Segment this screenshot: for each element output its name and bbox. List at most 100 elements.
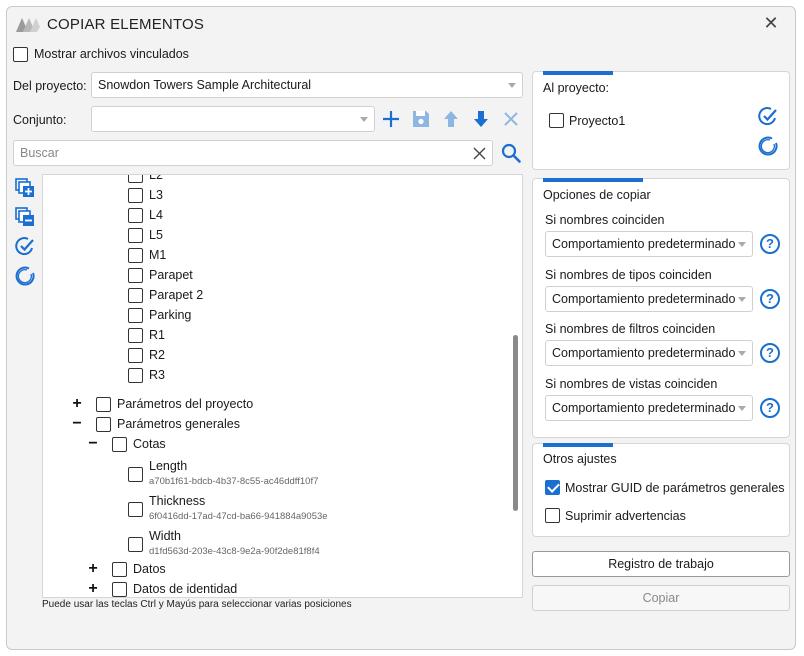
tree-checkbox[interactable] — [128, 467, 143, 482]
expand-icon[interactable]: + — [70, 395, 84, 413]
to-project-title: Al proyecto: — [543, 81, 610, 95]
tree-checkbox[interactable] — [128, 308, 143, 323]
title-bar: COPIAR ELEMENTOS ✕ — [7, 7, 795, 41]
tree-node-identity-data[interactable]: + Datos de identidad — [86, 580, 286, 597]
tree-node-level[interactable]: L4 — [128, 206, 328, 226]
collapse-icon[interactable]: − — [86, 435, 100, 453]
deselect-all-icon[interactable] — [757, 135, 779, 157]
copy-option-select[interactable]: Comportamiento predeterminado — [545, 394, 753, 421]
show-linked-checkbox[interactable] — [13, 47, 28, 62]
copy-options-title: Opciones de copiar — [543, 188, 651, 202]
tree-node-level[interactable]: R1 — [128, 326, 328, 346]
tree-node-label: L2 — [149, 174, 163, 182]
copy-option-select[interactable]: Comportamiento predeterminado — [545, 340, 753, 366]
expand-icon[interactable]: + — [86, 560, 100, 578]
search-icon[interactable] — [500, 142, 522, 164]
tree-scrollbar[interactable] — [513, 335, 518, 511]
panel-accent-bar — [543, 71, 613, 75]
tree-node-project-params[interactable]: + Parámetros del proyecto — [70, 395, 370, 415]
tree-checkbox[interactable] — [128, 502, 143, 517]
save-icon[interactable] — [410, 108, 432, 130]
tree-checkbox[interactable] — [128, 248, 143, 263]
tree-checkbox[interactable] — [128, 328, 143, 343]
elements-tree[interactable]: L2 L3 L4 L5 M1 Parapet Parapet 2 Parking R1 R2 R3 … — [42, 174, 523, 598]
select-all-icon[interactable] — [757, 105, 779, 127]
tree-node-cotas[interactable]: − Cotas — [86, 435, 286, 455]
suppress-warnings-checkbox[interactable] — [545, 508, 560, 523]
help-icon[interactable]: ? — [760, 288, 780, 309]
show-guid-checkbox[interactable] — [545, 480, 560, 495]
tree-checkbox[interactable] — [112, 562, 127, 577]
copy-option-label: Si nombres de vistas coinciden — [545, 376, 718, 391]
clear-icon[interactable] — [473, 147, 486, 160]
close-icon[interactable]: ✕ — [761, 14, 781, 34]
tree-node-level[interactable]: L3 — [128, 186, 328, 206]
help-icon[interactable]: ? — [760, 397, 780, 418]
tree-node-datos[interactable]: + Datos — [86, 560, 286, 580]
panel-accent-bar — [543, 178, 643, 182]
tree-checkbox[interactable] — [112, 437, 127, 452]
search-placeholder: Buscar — [20, 146, 59, 160]
tree-node-level[interactable]: L5 — [128, 226, 328, 246]
delete-icon[interactable] — [500, 108, 522, 130]
param-name: Length — [149, 459, 188, 473]
tree-node-label: R3 — [149, 368, 165, 382]
tree-checkbox[interactable] — [128, 288, 143, 303]
expand-all-icon[interactable] — [14, 177, 36, 199]
expand-icon[interactable]: + — [86, 580, 100, 597]
show-guid-label: Mostrar GUID de parámetros generales — [565, 481, 785, 495]
copy-option-select[interactable]: Comportamiento predeterminado — [545, 285, 753, 312]
copy-option-value: Comportamiento predeterminado — [552, 400, 736, 415]
plus-icon[interactable] — [380, 108, 402, 130]
copy-option-select[interactable]: Comportamiento predeterminado — [545, 231, 753, 257]
work-log-button[interactable]: Registro de trabajo — [532, 551, 790, 577]
help-icon[interactable]: ? — [760, 234, 780, 254]
tree-node-level[interactable]: M1 — [128, 246, 328, 266]
tree-node-label: Parapet — [149, 268, 193, 282]
tree-checkbox[interactable] — [128, 208, 143, 223]
tree-checkbox[interactable] — [128, 368, 143, 383]
tree-node-level[interactable]: R3 — [128, 366, 328, 386]
tree-checkbox[interactable] — [96, 397, 111, 412]
tree-checkbox[interactable] — [128, 188, 143, 203]
tree-checkbox[interactable] — [128, 268, 143, 283]
copy-option-value: Comportamiento predeterminado — [552, 346, 736, 360]
arrow-up-icon[interactable] — [440, 108, 462, 130]
project1-label: Proyecto1 — [569, 114, 626, 128]
chevron-down-icon — [738, 296, 746, 302]
tree-node-level[interactable]: Parking — [128, 306, 328, 326]
app-logo-icon — [16, 18, 40, 32]
deselect-all-icon[interactable] — [14, 265, 36, 287]
tree-node-param[interactable]: Length a70b1f61-bdcb-4b37-8c55-ac46ddff1… — [128, 459, 428, 493]
copy-option-label: Si nombres coinciden — [545, 213, 665, 227]
help-icon[interactable]: ? — [760, 343, 780, 363]
copy-button[interactable]: Copiar — [532, 585, 790, 611]
select-all-icon[interactable] — [14, 235, 36, 257]
tree-node-label: L5 — [149, 228, 163, 242]
arrow-down-icon[interactable] — [470, 108, 492, 130]
tree-node-level[interactable]: L2 — [128, 174, 328, 186]
copy-elements-window: COPIAR ELEMENTOS ✕ Mostrar archivos vinc… — [6, 6, 796, 650]
tree-node-param[interactable]: Thickness 6f0416dd-17ad-47cd-ba66-941884… — [128, 494, 428, 528]
tree-checkbox[interactable] — [112, 582, 127, 597]
other-settings-title: Otros ajustes — [543, 452, 617, 466]
tree-node-level[interactable]: R2 — [128, 346, 328, 366]
collapse-all-icon[interactable] — [14, 206, 36, 228]
tree-checkbox[interactable] — [128, 175, 143, 183]
tree-checkbox[interactable] — [128, 228, 143, 243]
param-guid: d1fd563d-203e-43c8-9e2a-90f2de81f8f4 — [149, 546, 320, 557]
tree-node-global-params[interactable]: − Parámetros generales — [70, 415, 370, 435]
chevron-down-icon — [738, 242, 746, 247]
tree-checkbox[interactable] — [128, 537, 143, 552]
set-select[interactable] — [91, 106, 375, 132]
search-field[interactable]: Buscar — [13, 140, 493, 166]
tree-checkbox[interactable] — [128, 348, 143, 363]
chevron-down-icon — [508, 83, 516, 88]
project1-checkbox[interactable] — [549, 113, 564, 128]
from-project-select[interactable]: Snowdon Towers Sample Architectural — [91, 72, 523, 98]
tree-node-level[interactable]: Parapet — [128, 266, 328, 286]
collapse-icon[interactable]: − — [70, 415, 84, 433]
tree-checkbox[interactable] — [96, 417, 111, 432]
tree-node-level[interactable]: Parapet 2 — [128, 286, 328, 306]
tree-node-param[interactable]: Width d1fd563d-203e-43c8-9e2a-90f2de81f8… — [128, 529, 428, 563]
